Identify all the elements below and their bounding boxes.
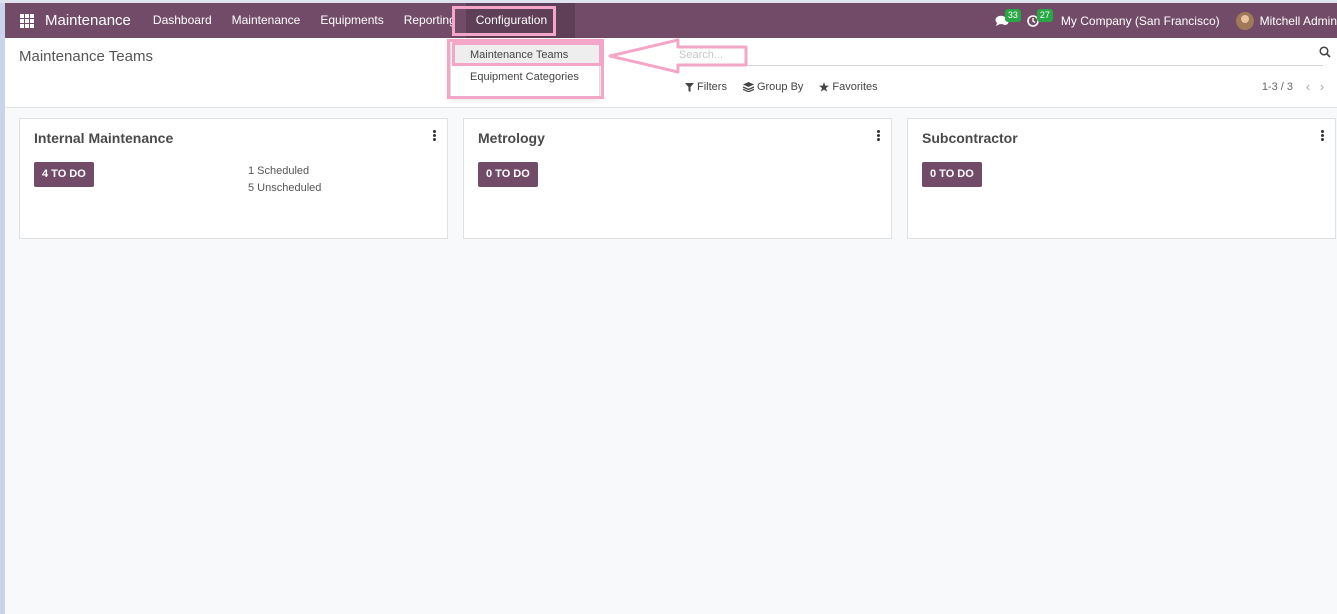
todo-button[interactable]: 0 TO DO — [922, 162, 982, 187]
star-icon — [819, 82, 830, 92]
user-avatar[interactable] — [1235, 11, 1254, 30]
team-name: Subcontractor — [922, 130, 1018, 146]
messages-button[interactable]: 33 — [993, 8, 1021, 31]
pager-next-button[interactable]: › — [1315, 79, 1329, 94]
filter-icon — [685, 82, 694, 92]
company-switcher[interactable]: My Company (San Francisco) — [1061, 14, 1220, 28]
messages-count-badge: 33 — [1004, 8, 1021, 22]
menu-equipments[interactable]: Equipments — [310, 3, 393, 38]
request-stats: 1 Scheduled 5 Unscheduled — [248, 163, 321, 197]
search-icon[interactable] — [1319, 46, 1331, 58]
favorites-label: Favorites — [832, 81, 878, 93]
kanban-view: Internal Maintenance 4 TO DO 1 Scheduled… — [19, 118, 1336, 239]
pager-previous-button[interactable]: ‹ — [1301, 79, 1315, 94]
search-input[interactable] — [677, 46, 1281, 64]
activities-button[interactable]: 27 — [1025, 8, 1053, 31]
todo-button[interactable]: 0 TO DO — [478, 162, 538, 187]
filters-label: Filters — [697, 81, 727, 93]
pager-value[interactable]: 1-3 / 3 — [1262, 81, 1293, 93]
pager: 1-3 / 3 ‹ › — [1262, 79, 1329, 94]
breadcrumb: Maintenance Teams — [19, 48, 153, 65]
apps-grid-icon[interactable] — [20, 13, 34, 28]
annotation-highlight-item — [452, 42, 602, 66]
todo-button[interactable]: 4 TO DO — [34, 162, 94, 187]
team-card-metrology[interactable]: Metrology 0 TO DO — [463, 118, 892, 239]
layers-icon — [742, 82, 754, 92]
favorites-button[interactable]: Favorites — [819, 81, 878, 93]
search-options: Filters Group By Favorites — [685, 81, 894, 93]
annotation-arrow-icon — [608, 38, 748, 74]
team-card-internal-maintenance[interactable]: Internal Maintenance 4 TO DO 1 Scheduled… — [19, 118, 448, 239]
annotation-highlight-configuration — [452, 6, 556, 36]
search-bar — [677, 45, 1331, 66]
group-by-button[interactable]: Group By — [742, 81, 804, 93]
unscheduled-link[interactable]: 5 Unscheduled — [248, 180, 321, 197]
top-navbar: Maintenance Dashboard Maintenance Equipm… — [5, 3, 1337, 38]
card-menu-icon[interactable] — [433, 130, 436, 142]
card-menu-icon[interactable] — [877, 130, 880, 142]
team-name: Internal Maintenance — [34, 130, 174, 146]
user-menu[interactable]: Mitchell Admin — [1260, 14, 1337, 28]
navbar-systray: 33 27 My Company (San Francisco) Mitchel… — [993, 3, 1337, 38]
card-menu-icon[interactable] — [1321, 130, 1324, 142]
menu-dashboard[interactable]: Dashboard — [143, 3, 222, 38]
app-title[interactable]: Maintenance — [45, 12, 131, 29]
team-card-subcontractor[interactable]: Subcontractor 0 TO DO — [907, 118, 1336, 239]
team-name: Metrology — [478, 130, 545, 146]
group-by-label: Group By — [756, 81, 804, 93]
activities-count-badge: 27 — [1036, 8, 1053, 22]
menu-maintenance[interactable]: Maintenance — [222, 3, 311, 38]
filters-button[interactable]: Filters — [685, 81, 727, 93]
scheduled-link[interactable]: 1 Scheduled — [248, 163, 321, 180]
